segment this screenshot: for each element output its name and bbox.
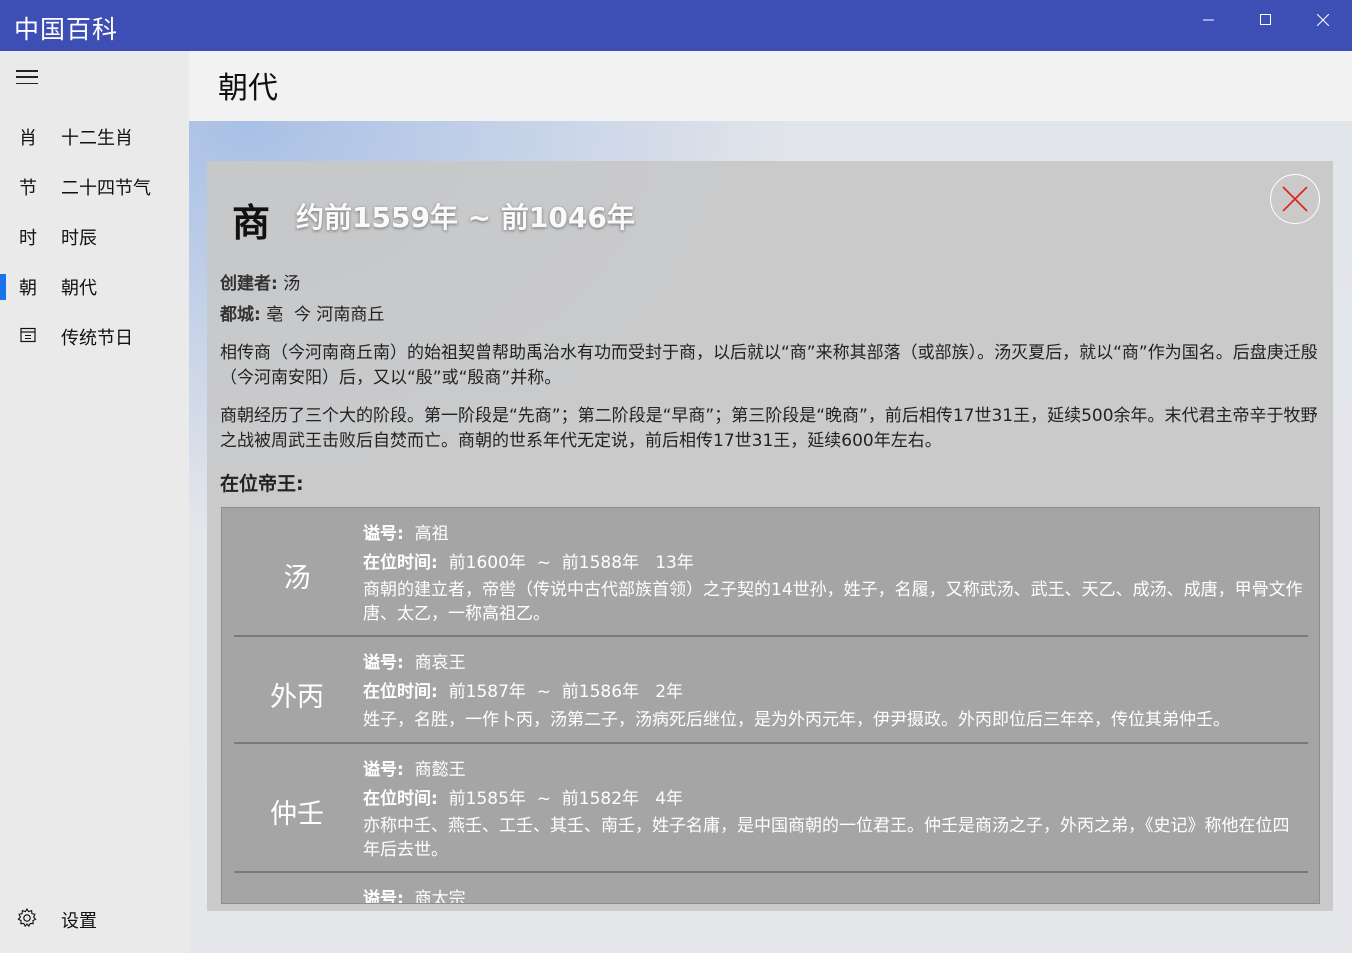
posthumous-value: 商太宗 — [414, 889, 466, 904]
posthumous-value: 高祖 — [414, 524, 449, 544]
sidebar-item-solar-terms[interactable]: 节 二十四节气 — [0, 162, 189, 212]
sidebar-item-label: 二十四节气 — [61, 178, 151, 199]
dynasty-icon: 朝 — [19, 278, 37, 299]
title-bar: 中国百科 — [0, 0, 1352, 51]
posthumous-key: 谥号: — [363, 889, 404, 904]
minimize-icon — [1202, 19, 1214, 21]
page-title: 朝代 — [218, 71, 278, 106]
settings-button[interactable]: 设置 — [0, 893, 189, 943]
sidebar-item-label: 十二生肖 — [61, 128, 133, 149]
emperor-name: 仲壬 — [270, 799, 324, 830]
list-item[interactable]: 外丙 谥号: 商哀王 在位时间: 前1587年 ~ 前1586年 2年 姓子，名… — [222, 637, 1319, 744]
maximize-icon — [1259, 14, 1271, 25]
calendar-icon — [18, 326, 38, 349]
emperor-description: 姓子，名胜，一作卜丙，汤第二子，汤病死后继位，是为外丙元年，伊尹摄政。外丙即位后… — [363, 710, 1230, 730]
reign-key: 在位时间: — [363, 789, 438, 809]
close-detail-button[interactable] — [1270, 174, 1320, 224]
solar-terms-icon: 节 — [19, 178, 37, 199]
emperor-description: 商朝的建立者，帝喾（传说中古代部族首领）之子契的14世孙，姓子，名履，又称武汤、… — [363, 580, 1303, 624]
close-icon — [1316, 14, 1329, 26]
maximize-button[interactable] — [1237, 0, 1294, 40]
list-item[interactable]: 谥号: 商太宗 — [222, 873, 1319, 904]
close-window-button[interactable] — [1294, 0, 1351, 40]
capital-key: 都城: — [220, 305, 261, 325]
hamburger-menu-icon[interactable] — [14, 67, 40, 87]
sidebar-item-festivals[interactable]: 传统节日 — [0, 312, 189, 362]
hours-icon: 时 — [19, 228, 37, 249]
emperor-name: 外丙 — [270, 682, 324, 713]
founder-key: 创建者: — [220, 274, 278, 294]
reign-value: 前1585年 ~ 前1582年 4年 — [448, 789, 684, 809]
dynasty-description-1: 相传商（今河南商丘南）的始祖契曾帮助禹治水有功而受封于商，以后就以“商”来称其部… — [220, 343, 1318, 388]
posthumous-key: 谥号: — [363, 653, 404, 673]
founder-line: 创建者: 汤 — [220, 269, 300, 294]
dynasty-description-2: 商朝经历了三个大的阶段。第一阶段是“先商”；第二阶段是“早商”；第三阶段是“晚商… — [220, 406, 1318, 451]
capital-value: 亳 今 河南商丘 — [266, 305, 385, 325]
emperors-section-title: 在位帝王: — [220, 473, 304, 495]
sidebar-item-dynasties[interactable]: 朝 朝代 — [0, 262, 189, 312]
posthumous-key: 谥号: — [363, 524, 404, 544]
app-title: 中国百科 — [14, 15, 119, 44]
sidebar-item-label: 时辰 — [61, 228, 97, 249]
reign-value: 前1600年 ~ 前1588年 13年 — [448, 553, 694, 573]
list-item[interactable]: 仲壬 谥号: 商懿王 在位时间: 前1585年 ~ 前1582年 4年 亦称中壬… — [222, 744, 1319, 873]
emperor-name: 汤 — [283, 563, 311, 594]
posthumous-value: 商哀王 — [414, 653, 466, 673]
reign-value: 前1587年 ~ 前1586年 2年 — [448, 682, 684, 702]
minimize-button[interactable] — [1180, 0, 1237, 40]
zodiac-icon: 肖 — [19, 128, 37, 149]
dynasty-period: 约前1559年 ~ 前1046年 — [296, 201, 635, 234]
reign-key: 在位时间: — [363, 553, 438, 573]
settings-label: 设置 — [61, 911, 97, 932]
gear-icon — [16, 907, 38, 933]
emperor-list[interactable]: 汤 谥号: 高祖 在位时间: 前1600年 ~ 前1588年 13年 商朝的建立… — [221, 507, 1320, 904]
emperor-description: 亦称中壬、燕壬、工壬、其壬、南壬，姓子名庸，是中国商朝的一位君王。仲壬是商汤之子… — [363, 816, 1290, 860]
sidebar-item-zodiac[interactable]: 肖 十二生肖 — [0, 112, 189, 162]
sidebar-item-label: 传统节日 — [61, 328, 133, 349]
posthumous-value: 商懿王 — [414, 760, 466, 780]
capital-line: 都城: 亳 今 河南商丘 — [220, 300, 384, 325]
reign-key: 在位时间: — [363, 682, 438, 702]
posthumous-key: 谥号: — [363, 760, 404, 780]
sidebar-item-label: 朝代 — [61, 278, 97, 299]
list-item[interactable]: 汤 谥号: 高祖 在位时间: 前1600年 ~ 前1588年 13年 商朝的建立… — [222, 508, 1319, 637]
sidebar-item-hours[interactable]: 时 时辰 — [0, 212, 189, 262]
founder-value: 汤 — [283, 274, 301, 294]
close-icon — [1282, 186, 1308, 212]
page-header: 朝代 — [189, 51, 1352, 121]
dynasty-name: 商 — [232, 201, 271, 245]
sidebar: 肖 十二生肖 节 二十四节气 时 时辰 朝 朝代 传统节日 设置 — [0, 51, 189, 953]
